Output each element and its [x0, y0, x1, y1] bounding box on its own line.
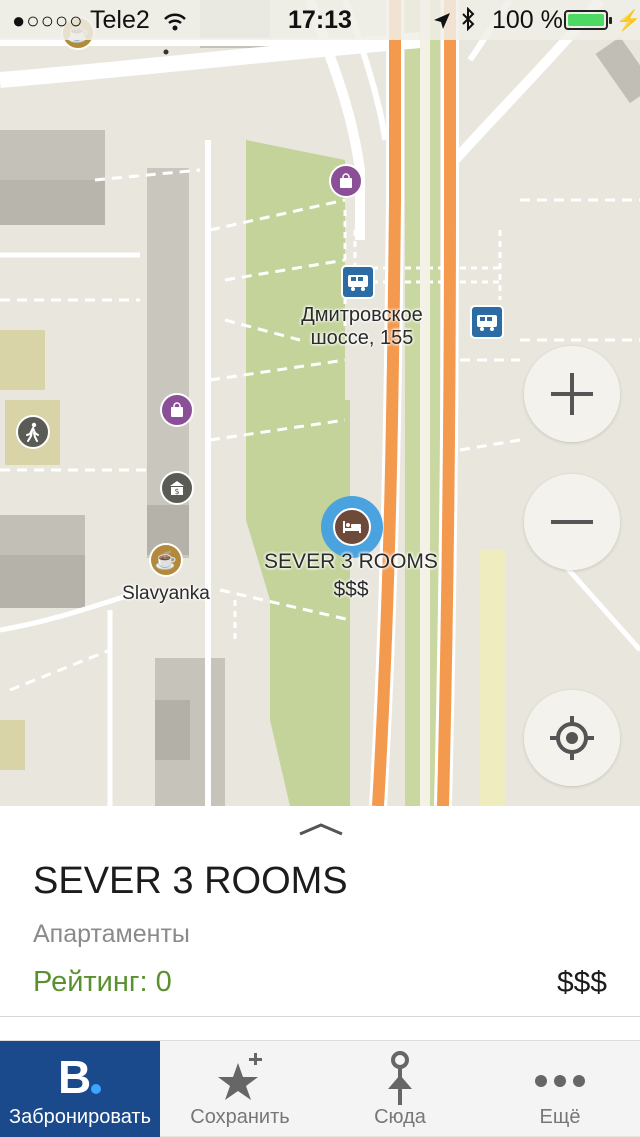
location-arrow-icon: [432, 9, 452, 38]
route-to-button[interactable]: Сюда: [320, 1041, 480, 1137]
battery-icon: [564, 10, 612, 30]
place-title: SEVER 3 ROOMS: [33, 860, 348, 902]
map-view[interactable]: ☕ $ ☕ Дмитровское шоссе, 155 SEVER 3 ROO…: [0, 0, 640, 806]
svg-text:B: B: [58, 1051, 91, 1101]
booking-logo-icon: B: [56, 1051, 106, 1103]
route-to-label: Сюда: [374, 1106, 426, 1128]
street-label: Дмитровское шоссе, 155: [301, 304, 423, 349]
save-label: Сохранить: [190, 1106, 290, 1128]
place-rating: Рейтинг: 0: [33, 966, 172, 998]
zoom-out-icon: [551, 520, 593, 524]
svg-text:$: $: [174, 487, 179, 496]
save-button[interactable]: Сохранить: [160, 1041, 320, 1137]
place-card[interactable]: SEVER 3 ROOMS Апартаменты Рейтинг: 0 $$$: [0, 806, 640, 1040]
hotel-map-label: SEVER 3 ROOMS: [264, 550, 438, 573]
bottom-action-bar: B Забронировать Сохранить Сюда Ещё: [0, 1040, 640, 1137]
zoom-in-icon: [551, 373, 593, 415]
charging-icon: ⚡: [616, 10, 640, 32]
more-button[interactable]: Ещё: [480, 1041, 640, 1137]
selected-hotel-marker[interactable]: [321, 496, 383, 558]
place-price: $$$: [556, 966, 607, 999]
divider: [0, 1016, 640, 1017]
bluetooth-icon: [460, 6, 476, 38]
zoom-in-button[interactable]: [524, 346, 620, 442]
book-label: Забронировать: [8, 1106, 152, 1128]
hotel-bed-icon: [333, 508, 371, 546]
book-button[interactable]: B Забронировать: [0, 1041, 160, 1137]
my-location-icon: [550, 716, 594, 760]
shopping-bag-icon[interactable]: [329, 164, 363, 198]
star-plus-icon: [216, 1051, 266, 1107]
more-icon: [534, 1071, 586, 1094]
zoom-out-button[interactable]: [524, 474, 620, 570]
my-location-button[interactable]: [524, 690, 620, 786]
route-to-icon: [384, 1051, 416, 1111]
pedestrian-icon[interactable]: [16, 415, 50, 449]
shopping-bag-icon[interactable]: [160, 393, 194, 427]
more-label: Ещё: [539, 1106, 581, 1128]
hotel-price-label: $$$: [333, 578, 369, 601]
status-bar: ●○○○○ Tele2 17:13 100 % ⚡: [0, 0, 640, 40]
place-type: Апартаменты: [33, 920, 190, 948]
bus-stop-icon[interactable]: [470, 305, 504, 339]
chevron-up-icon[interactable]: [298, 822, 344, 841]
battery-percent: 100 %: [492, 6, 563, 34]
bank-icon[interactable]: $: [160, 471, 194, 505]
place-label: Slavyanka: [122, 583, 210, 604]
cafe-icon[interactable]: ☕: [149, 543, 183, 577]
bus-stop-icon[interactable]: [341, 265, 375, 299]
